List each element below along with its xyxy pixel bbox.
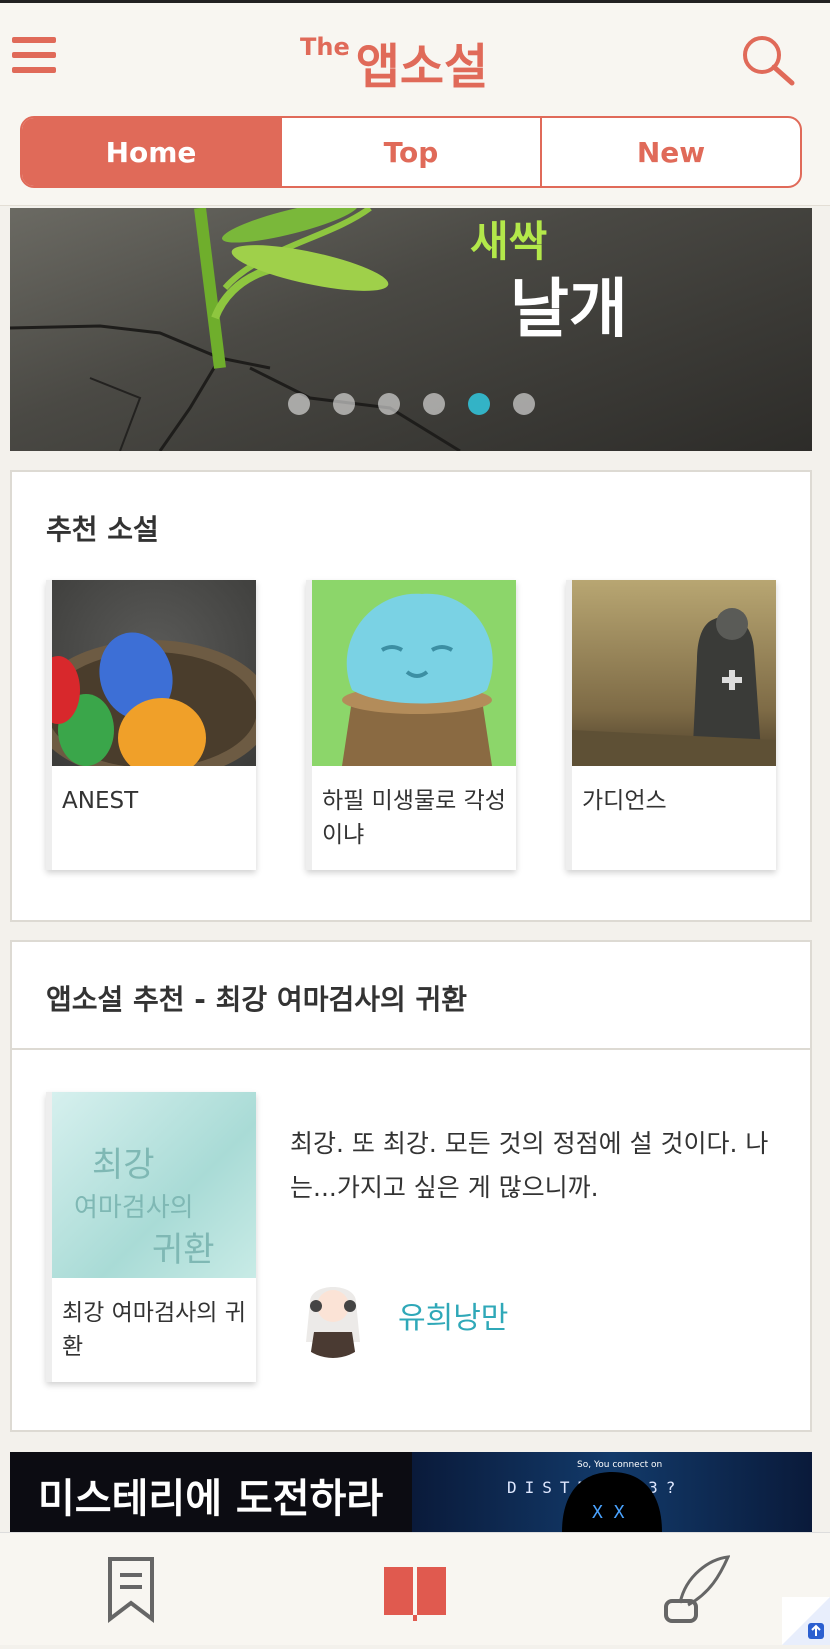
ad-banner[interactable]: 미스테리에 도전하라 So, You connect on DISTR 403?… [10,1452,812,1532]
featured-header: 앱소설 추천 - 최강 여마검사의 귀환 [12,942,810,1050]
recommended-section: 추천 소설 ANEST 하필 미생물로 각성이냐 가디언스 [10,470,812,922]
logo-name: 앱소설 [355,39,489,95]
hooded-figure-icon: X X [562,1472,662,1532]
carousel-dot-3[interactable] [378,393,400,415]
svg-text:X X: X X [592,1502,625,1523]
cover-text-3: 귀환 [152,1230,215,1270]
carousel-dots [288,393,535,415]
book-cover: 최강 여마검사의 귀환 [52,1092,256,1278]
tab-top[interactable]: Top [280,118,540,186]
book-cover [572,580,776,766]
book-card-anest[interactable]: ANEST [46,580,256,870]
book-card-microbe[interactable]: 하필 미생물로 각성이냐 [306,580,516,870]
ad-headline: 미스테리에 도전하라 [38,1476,384,1522]
book-title: ANEST [62,788,139,814]
book-cover [52,580,256,766]
featured-book-card[interactable]: 최강 여마검사의 귀환 최강 여마검사의 귀환 [46,1092,256,1382]
cover-text-1: 최강 [92,1145,155,1185]
featured-title[interactable]: 앱소설 추천 - 최강 여마검사의 귀환 [46,978,467,1018]
carousel-dot-1[interactable] [288,393,310,415]
book-icon[interactable] [380,1555,450,1625]
featured-description: 최강. 또 최강. 모든 것의 정점에 설 것이다. 나는...가지고 싶은 게… [290,1129,769,1202]
book-card-guardians[interactable]: 가디언스 [566,580,776,870]
bottom-nav [0,1532,830,1645]
carousel-dot-6[interactable] [513,393,535,415]
featured-section: 앱소설 추천 - 최강 여마검사의 귀환 최강 여마검사의 귀환 최강 여마검사… [10,940,812,1432]
book-title: 하필 미생물로 각성이냐 [322,788,506,848]
tab-home[interactable]: Home [22,118,280,186]
hamburger-icon[interactable] [12,37,56,81]
carousel-dot-4[interactable] [423,393,445,415]
carousel-dot-2[interactable] [333,393,355,415]
banner-carousel[interactable]: 새싹 날개 [10,208,812,451]
quill-icon[interactable] [660,1555,731,1625]
book-title: 최강 여마검사의 귀환 [62,1300,246,1360]
bookmark-icon[interactable] [96,1555,166,1625]
author-link[interactable]: 유희낭만 [290,1272,508,1358]
corner-badge [782,1597,830,1645]
logo-prefix: The [300,33,350,61]
carousel-dot-5[interactable] [468,393,490,415]
top-bar: The 앱소설 Home Top New [0,0,830,206]
author-avatar [290,1272,376,1358]
section-title: 추천 소설 [46,513,159,546]
banner-caption-main: 날개 [510,273,628,347]
banner-caption: 새싹 날개 [470,208,628,347]
book-cover [312,580,516,766]
ad-image: So, You connect on DISTR 403? X X [412,1452,812,1532]
cover-text-2: 여마검사의 [74,1193,194,1223]
book-title: 가디언스 [582,788,667,814]
search-icon[interactable] [740,33,796,89]
banner-caption-top: 새싹 [470,217,548,266]
app-logo[interactable]: The 앱소설 [300,27,530,95]
author-name: 유희낭만 [398,1301,509,1336]
tab-new[interactable]: New [540,118,800,186]
tab-bar: Home Top New [20,116,802,188]
